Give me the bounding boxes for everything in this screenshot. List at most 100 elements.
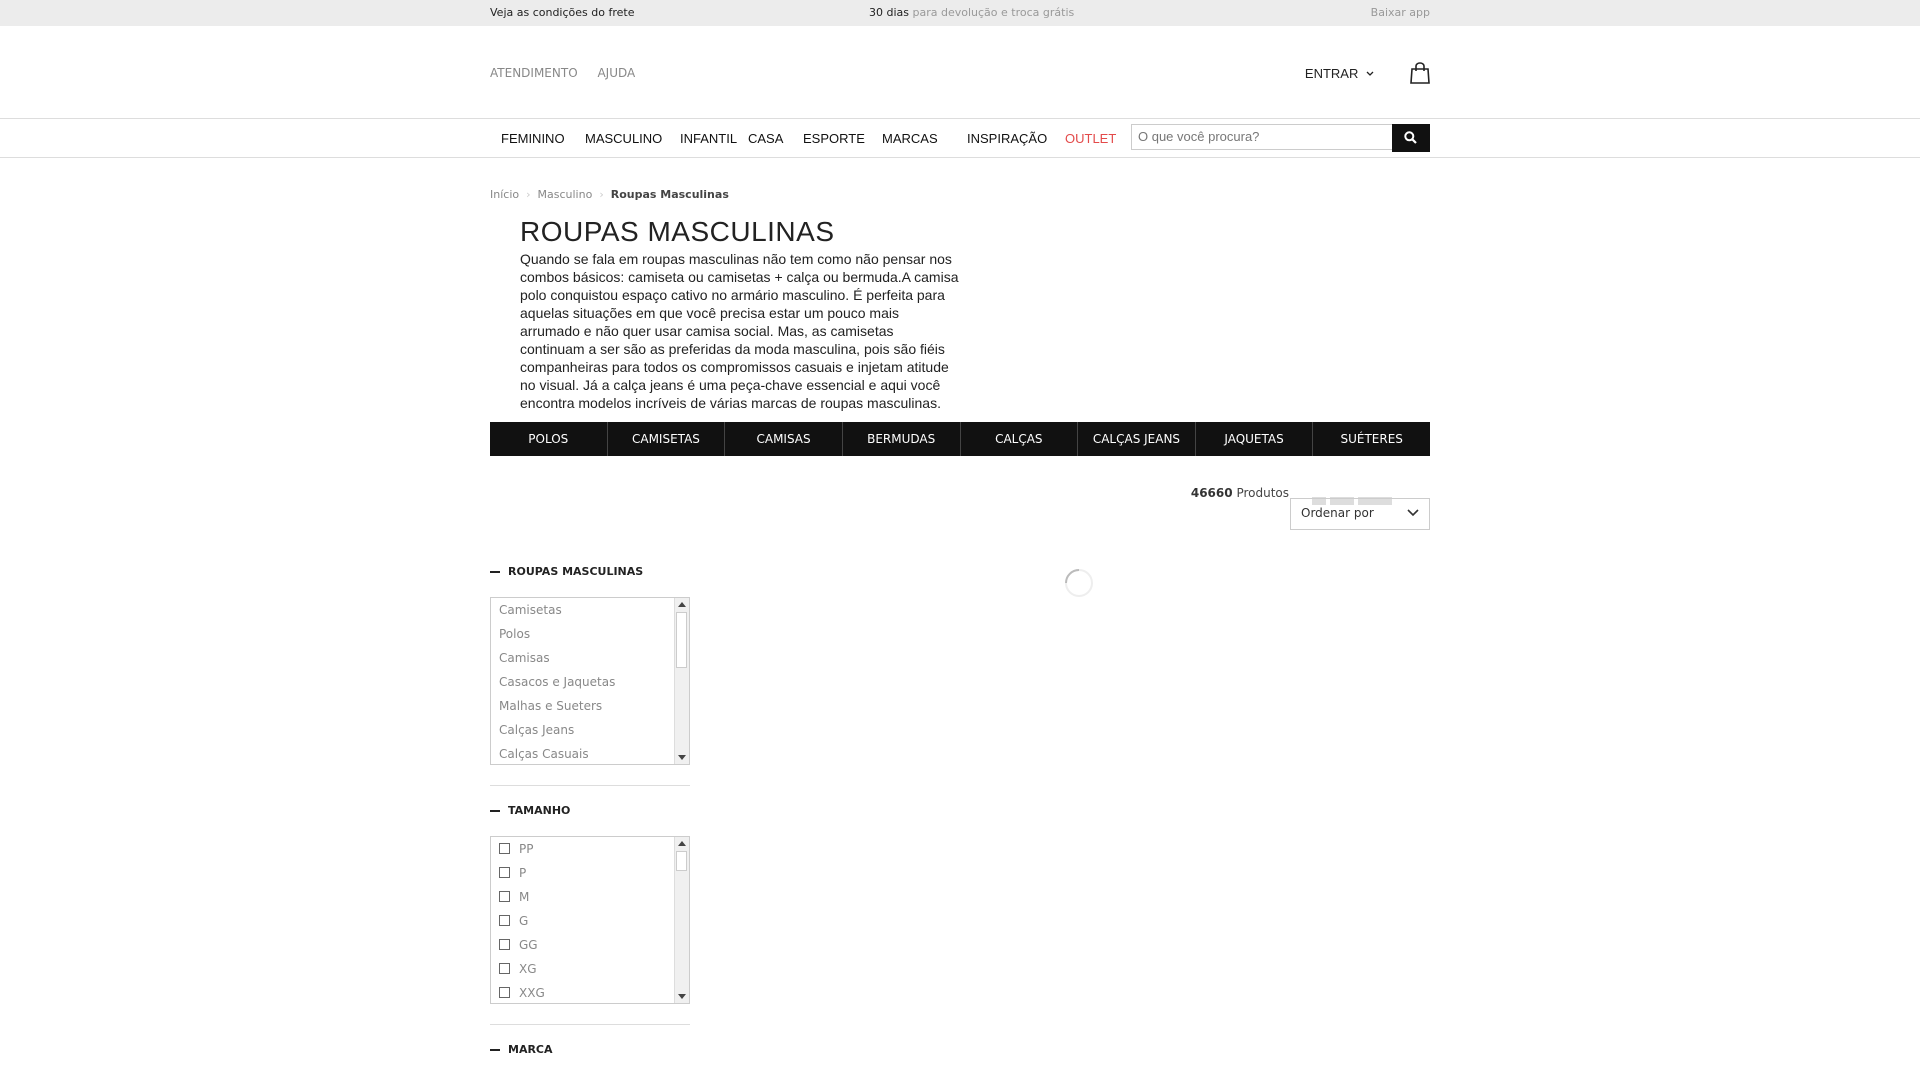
nav-item-inspiracao[interactable]: INSPIRAÇÃO (967, 131, 1047, 146)
help-link[interactable]: AJUDA (597, 66, 635, 80)
facet-category-list: Camisetas Polos Camisas Casacos e Jaquet… (490, 597, 690, 765)
scroll-up-arrow[interactable] (678, 602, 686, 607)
facet-option[interactable]: Camisetas (491, 598, 689, 622)
size-option[interactable]: GG (491, 933, 689, 957)
facet-category-title[interactable]: ROUPAS MASCULINAS (490, 565, 643, 578)
facet-brand-title[interactable]: MARCA (490, 1043, 553, 1056)
breadcrumb: Início › Masculino › Roupas Masculinas (490, 188, 729, 201)
size-option[interactable]: XXG (491, 981, 689, 1003)
size-option[interactable]: M (491, 885, 689, 909)
scroll-down-arrow[interactable] (678, 994, 686, 999)
search-input[interactable]: O que você procura? (1131, 124, 1393, 150)
nav-item-feminino[interactable]: FEMININO (501, 131, 565, 146)
loading-spinner-icon (1065, 569, 1093, 597)
size-option[interactable]: PP (491, 837, 689, 861)
main-content: Início › Masculino › Roupas Masculinas ROUPA… (490, 158, 1430, 1058)
category-bermudas[interactable]: BERMUDAS (843, 422, 961, 456)
breadcrumb-home[interactable]: Início (490, 188, 519, 201)
category-description: Quando se fala em roupas masculinas não … (520, 251, 959, 415)
category-camisetas[interactable]: CAMISETAS (608, 422, 726, 456)
breadcrumb-separator: › (526, 188, 531, 201)
main-nav: FEMININO MASCULINO INFANTIL CASA ESPORTE… (0, 119, 1920, 158)
chevron-down-icon (1366, 71, 1374, 76)
breadcrumb-separator: › (599, 188, 604, 201)
facet-size-title[interactable]: TAMANHO (490, 804, 570, 817)
size-label: PP (519, 842, 534, 856)
top-info-bar: Veja as condições do frete 30 dias para … (0, 0, 1920, 26)
category-jaquetas[interactable]: JAQUETAS (1196, 422, 1314, 456)
login-label: ENTRAR (1304, 66, 1359, 81)
support-link[interactable]: ATENDIMENTO (490, 66, 578, 80)
results-count: 46660 Produtos (1191, 486, 1289, 500)
returns-text: para devolução e troca grátis (909, 6, 1075, 19)
checkbox[interactable] (499, 987, 510, 998)
collapse-icon (490, 810, 500, 812)
size-option[interactable]: G (491, 909, 689, 933)
size-option[interactable]: P (491, 861, 689, 885)
site-header: ATENDIMENTO AJUDA ENTRAR (0, 26, 1920, 119)
scrollbar[interactable] (674, 837, 689, 1003)
download-app-link[interactable]: Baixar app (1371, 0, 1430, 25)
sort-select[interactable]: Ordenar por (1290, 498, 1430, 530)
nav-item-marcas[interactable]: MARCAS (882, 131, 938, 146)
login-menu[interactable]: ENTRAR (1305, 66, 1374, 81)
facet-option[interactable]: Camisas (491, 646, 689, 670)
category-sueteres[interactable]: SUÉTERES (1313, 422, 1430, 456)
size-label: XG (519, 962, 537, 976)
category-bar: POLOS CAMISETAS CAMISAS BERMUDAS CALÇAS … (490, 422, 1430, 456)
nav-item-esporte[interactable]: ESPORTE (803, 131, 865, 146)
size-option[interactable]: XG (491, 957, 689, 981)
divider (490, 785, 690, 786)
header-links: ATENDIMENTO AJUDA (490, 66, 651, 80)
facet-option[interactable]: Casacos e Jaquetas (491, 670, 689, 694)
results-number: 46660 (1190, 486, 1233, 500)
category-polos[interactable]: POLOS (490, 422, 608, 456)
size-label: GG (519, 938, 538, 952)
size-label: M (519, 890, 530, 904)
divider (490, 1024, 690, 1025)
checkbox[interactable] (499, 867, 510, 878)
search-button[interactable] (1392, 124, 1430, 152)
nav-item-infantil[interactable]: INFANTIL (680, 131, 737, 146)
sort-label: Ordenar por (1301, 506, 1374, 520)
scroll-thumb[interactable] (676, 612, 687, 668)
scroll-down-arrow[interactable] (678, 755, 686, 760)
checkbox[interactable] (499, 963, 510, 974)
checkbox[interactable] (499, 891, 510, 902)
facet-option[interactable]: Calças Casuais (491, 742, 689, 764)
facet-option[interactable]: Polos (491, 622, 689, 646)
category-camisas[interactable]: CAMISAS (725, 422, 843, 456)
facet-category-label: ROUPAS MASCULINAS (508, 565, 644, 578)
facet-option[interactable]: Malhas e Sueters (491, 694, 689, 718)
pagination-placeholder (1312, 490, 1420, 505)
nav-item-casa[interactable]: CASA (748, 131, 783, 146)
collapse-icon (490, 1049, 500, 1051)
shopping-bag-icon[interactable] (1410, 62, 1430, 84)
collapse-icon (490, 571, 500, 573)
page-title: ROUPAS MASCULINAS (520, 216, 835, 247)
shipping-link[interactable]: Veja as condições do frete (490, 0, 634, 25)
scroll-up-arrow[interactable] (678, 841, 686, 846)
results-label: Produtos (1236, 486, 1289, 500)
size-label: P (519, 866, 527, 880)
facet-size-list: PP P M G GG XG XXG (490, 836, 690, 1004)
breadcrumb-current: Roupas Masculinas (610, 188, 729, 201)
scroll-thumb[interactable] (676, 851, 687, 871)
category-calcas[interactable]: CALÇAS (961, 422, 1079, 456)
returns-days: 30 dias (869, 6, 910, 19)
checkbox[interactable] (499, 843, 510, 854)
breadcrumb-masculino[interactable]: Masculino (538, 188, 593, 201)
category-calcas-jeans[interactable]: CALÇAS JEANS (1078, 422, 1196, 456)
checkbox[interactable] (499, 939, 510, 950)
size-label: G (519, 914, 529, 928)
size-label: XXG (519, 986, 545, 1000)
returns-info: 30 dias para devolução e troca grátis (869, 0, 1074, 25)
scrollbar[interactable] (674, 598, 689, 764)
nav-item-masculino[interactable]: MASCULINO (585, 131, 662, 146)
checkbox[interactable] (499, 915, 510, 926)
chevron-down-icon (1407, 509, 1419, 517)
facet-size-label: TAMANHO (508, 804, 571, 817)
facet-option[interactable]: Calças Jeans (491, 718, 689, 742)
search-icon (1404, 131, 1417, 144)
nav-item-outlet[interactable]: OUTLET (1065, 131, 1116, 146)
